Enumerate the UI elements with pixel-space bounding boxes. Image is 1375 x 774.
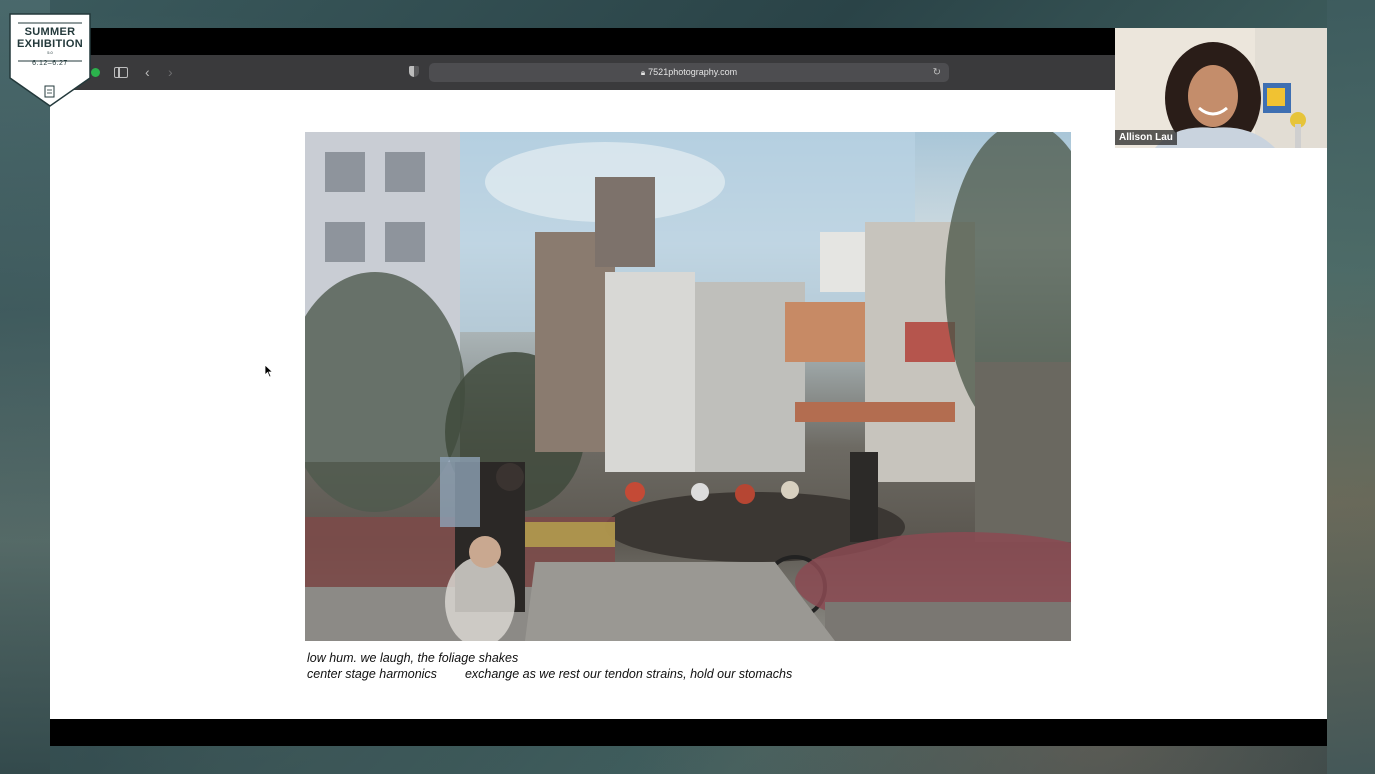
caption-line-1: low hum. we laugh, the foliage shakes — [307, 651, 519, 665]
forward-icon[interactable]: › — [168, 64, 173, 80]
participant-video-tile[interactable]: Allison Lau — [1115, 28, 1327, 148]
badge-title-line2: EXHIBITION — [17, 38, 83, 50]
url-text: 7521photography.com — [648, 67, 738, 77]
back-icon[interactable]: ‹ — [145, 64, 150, 80]
traffic-light-icon[interactable] — [91, 68, 100, 77]
address-bar[interactable]: 🔒︎ 7521photography.com ↻ — [429, 63, 949, 82]
sidebar-icon[interactable] — [114, 67, 128, 78]
street-photo-illustration — [305, 132, 1071, 641]
badge-dates: 6.12–6.27 — [32, 60, 68, 67]
shared-screen-bottom-bar — [50, 719, 1327, 746]
badge-title-line1: SUMMER — [24, 26, 76, 38]
photo-caption: low hum. we laugh, the foliage shakes ce… — [307, 650, 1067, 682]
street-photo — [305, 132, 1071, 641]
badge-version: 5.0 — [47, 50, 53, 55]
lock-icon: 🔒︎ — [640, 68, 646, 77]
participant-name-label: Allison Lau — [1115, 130, 1177, 145]
reload-icon[interactable]: ↻ — [933, 63, 941, 82]
exhibition-badge-logo: SUMMER EXHIBITION 5.0 6.12–6.27 — [8, 12, 92, 108]
browser-toolbar: ‹ › 🔒︎ 7521photography.com ↻ — [50, 55, 1116, 91]
shared-screen-top-bar — [50, 28, 1116, 55]
background-right-strip — [1327, 0, 1375, 774]
caption-line-2-part-2: exchange as we rest our tendon strains, … — [464, 667, 793, 681]
privacy-shield-icon[interactable] — [409, 66, 419, 77]
background-left-strip — [0, 0, 50, 774]
mouse-cursor-icon — [264, 364, 274, 378]
caption-line-2-part-1: center stage harmonics — [307, 667, 437, 681]
web-page: low hum. we laugh, the foliage shakes ce… — [50, 90, 1327, 719]
caption-line-2: center stage harmonics exchange as we res… — [307, 666, 1067, 682]
